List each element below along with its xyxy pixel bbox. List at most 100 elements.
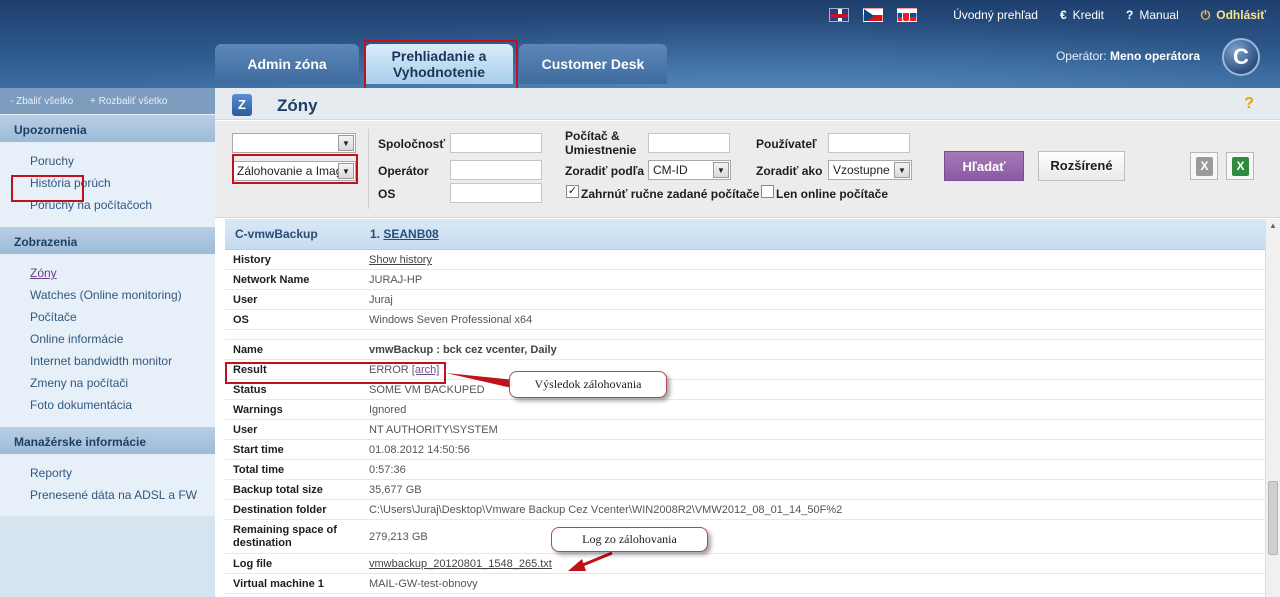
- detail-row: Log file vmwbackup_20120801_1548_265.txt: [225, 554, 1265, 574]
- detail-value-link[interactable]: Show history: [369, 254, 432, 266]
- export-xls-grey-icon[interactable]: X: [1190, 152, 1218, 180]
- top-header: Úvodný prehľad € Kredit ? Manual ⏻ Odhlá…: [0, 0, 1280, 88]
- detail-value-text: vmwBackup : bck cez vcenter, Daily: [369, 344, 557, 356]
- detail-key: User: [233, 294, 258, 306]
- sidebar-item-computer-changes[interactable]: Zmeny na počítači: [30, 372, 215, 394]
- detail-value-text: 279,213 GB: [369, 531, 428, 543]
- sidebar-item-adsl-data[interactable]: Prenesené dáta na ADSL a FW: [30, 484, 215, 506]
- expand-all-link[interactable]: + Rozbaliť všetko: [90, 96, 167, 107]
- sidebar-item-computers[interactable]: Počítače: [30, 306, 215, 328]
- operator-name[interactable]: Meno operátora: [1110, 49, 1200, 63]
- main-panel: Z Zóny ? ▼ Zálohovanie a Image ▼ Spoločn…: [215, 88, 1280, 597]
- sk-flag-icon[interactable]: [897, 8, 918, 22]
- computer-index: 1.: [370, 227, 381, 241]
- credit-link[interactable]: € Kredit: [1060, 8, 1104, 22]
- manual-link[interactable]: ? Manual: [1126, 8, 1179, 22]
- callout-result: Výsledok zálohovania: [509, 371, 667, 398]
- detail-value-link[interactable]: vmwbackup_20120801_1548_265.txt: [369, 558, 552, 570]
- os-label: OS: [378, 187, 396, 201]
- operator-input[interactable]: [450, 160, 542, 180]
- sidebar-item-faults[interactable]: Poruchy: [30, 150, 215, 172]
- sidebar-item-zones[interactable]: Zóny: [30, 262, 215, 284]
- sidebar-item-online-info[interactable]: Online informácie: [30, 328, 215, 350]
- detail-key: Warnings: [233, 404, 283, 416]
- computer-ref: 1. SEANB08: [370, 227, 439, 241]
- filter-panel: ▼ Zálohovanie a Image ▼ Spoločnosť Operá…: [215, 121, 1280, 218]
- callout-log: Log zo zálohovania: [551, 527, 708, 552]
- filter-divider: [368, 129, 369, 209]
- detail-value: Juraj: [369, 294, 393, 306]
- sidebar-section-views[interactable]: Zobrazenia: [0, 226, 215, 254]
- detail-value-text: JURAJ-HP: [369, 274, 423, 286]
- detail-row: Network Name JURAJ-HP: [225, 270, 1265, 290]
- tab-customer-desk[interactable]: Customer Desk: [519, 44, 667, 84]
- active-menu-highlight: [11, 175, 84, 202]
- detail-value: Show history: [369, 254, 432, 266]
- active-tab-highlight: [364, 40, 518, 92]
- os-input[interactable]: [450, 183, 542, 203]
- scroll-up-icon[interactable]: ▲: [1266, 219, 1280, 233]
- detail-value: vmwbackup_20120801_1548_265.txt: [369, 558, 552, 570]
- sidebar-item-photo-docs[interactable]: Foto dokumentácia: [30, 394, 215, 416]
- detail-row: User NT AUTHORITY\SYSTEM: [225, 420, 1265, 440]
- online-only-checkbox[interactable]: [761, 185, 774, 198]
- top-links-bar: Úvodný prehľad € Kredit ? Manual ⏻ Odhlá…: [829, 6, 1280, 24]
- sidebar-section-management[interactable]: Manažérske informácie: [0, 426, 215, 454]
- sidebar-item-bandwidth[interactable]: Internet bandwidth monitor: [30, 350, 215, 372]
- detail-value: SOME VM BACKUPED: [369, 384, 485, 396]
- help-icon[interactable]: ?: [1244, 95, 1254, 113]
- computer-input[interactable]: [648, 133, 730, 153]
- overview-link-label: Úvodný prehľad: [953, 8, 1038, 22]
- brand-logo: C: [1222, 38, 1260, 76]
- company-input[interactable]: [450, 133, 542, 153]
- search-button[interactable]: Hľadať: [944, 151, 1024, 181]
- detail-value-text: MAIL-GW-test-obnovy: [369, 578, 478, 590]
- manual-link-label: Manual: [1139, 8, 1179, 22]
- detail-row: Remaining space of destination 279,213 GB: [225, 520, 1265, 554]
- detail-key: Virtual machine 1: [233, 578, 324, 590]
- page-title: Zóny: [277, 96, 318, 115]
- sidebar-item-watches[interactable]: Watches (Online monitoring): [30, 284, 215, 306]
- cz-flag-icon[interactable]: [863, 8, 884, 22]
- result-row-highlight: [225, 362, 446, 384]
- euro-icon: €: [1059, 8, 1067, 22]
- sort-by-select[interactable]: CM-ID ▼: [648, 160, 731, 180]
- sidebar-section-alerts[interactable]: Upozornenia: [0, 114, 215, 142]
- advanced-button[interactable]: Rozšírené: [1038, 151, 1125, 181]
- collapse-all-link[interactable]: - Zbaliť všetko: [10, 96, 73, 107]
- chevron-down-icon: ▼: [894, 162, 910, 178]
- detail-key: Total time: [233, 464, 285, 476]
- question-icon: ?: [1126, 8, 1134, 22]
- detail-key: Name: [233, 344, 263, 356]
- logout-link[interactable]: ⏻ Odhlásiť: [1201, 8, 1266, 23]
- sort-order-select[interactable]: Vzostupne ▼: [828, 160, 912, 180]
- overview-link[interactable]: Úvodný prehľad: [953, 8, 1038, 22]
- sidebar-list-views: Zóny Watches (Online monitoring) Počítač…: [0, 254, 215, 426]
- detail-key: History: [233, 254, 271, 266]
- user-input[interactable]: [828, 133, 910, 153]
- detail-row: Name vmwBackup : bck cez vcenter, Daily: [225, 340, 1265, 360]
- scroll-thumb[interactable]: [1268, 481, 1278, 555]
- detail-value: 01.08.2012 14:50:56: [369, 444, 470, 456]
- include-manual-checkbox[interactable]: ✓: [566, 185, 579, 198]
- category-select-highlight: [232, 154, 358, 184]
- detail-row: Total time 0:57:36: [225, 460, 1265, 480]
- detail-row: Virtual machine 1 MAIL-GW-test-obnovy: [225, 574, 1265, 594]
- detail-row: User Juraj: [225, 290, 1265, 310]
- tab-admin-zone[interactable]: Admin zóna: [215, 44, 359, 84]
- sort-order-value: Vzostupne: [833, 163, 890, 177]
- detail-key: OS: [233, 314, 249, 326]
- export-xls-green-icon[interactable]: X: [1226, 152, 1254, 180]
- logout-link-label: Odhlásiť: [1216, 8, 1266, 22]
- uk-flag-icon[interactable]: [829, 8, 850, 22]
- detail-value-text: 35,677 GB: [369, 484, 422, 496]
- detail-row: OS Windows Seven Professional x64: [225, 310, 1265, 330]
- computer-link[interactable]: SEANB08: [383, 227, 438, 241]
- sidebar-collapse-controls: - Zbaliť všetko + Rozbaliť všetko: [0, 88, 215, 114]
- zone-select[interactable]: ▼: [232, 133, 356, 153]
- vertical-scrollbar[interactable]: ▲: [1265, 219, 1280, 597]
- detail-rows-top: History Show history Network Name JURAJ-HP U…: [225, 250, 1265, 330]
- sidebar-item-reports[interactable]: Reporty: [30, 462, 215, 484]
- detail-value-text: NT AUTHORITY\SYSTEM: [369, 424, 498, 436]
- company-label: Spoločnosť: [378, 137, 446, 151]
